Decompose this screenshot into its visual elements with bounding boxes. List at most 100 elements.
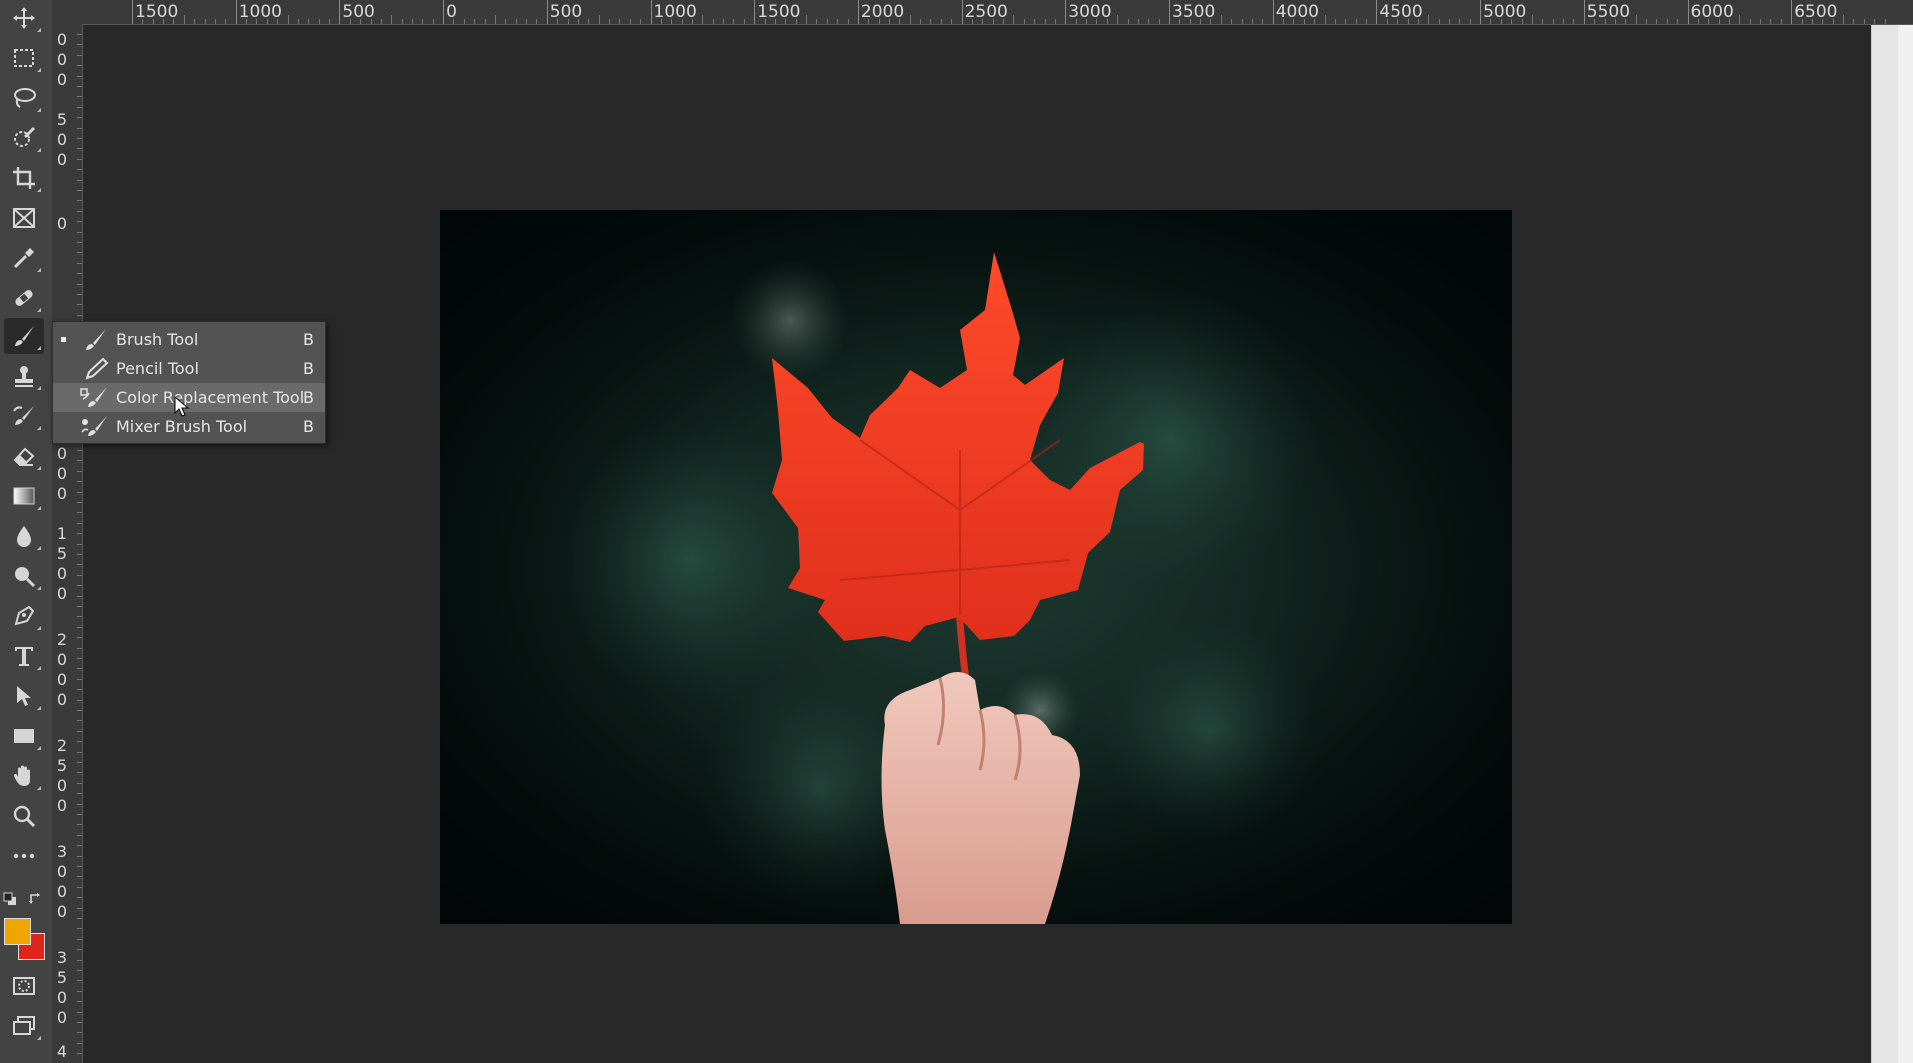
frame-tool[interactable] bbox=[4, 200, 44, 236]
ruler-minor-tick bbox=[1448, 19, 1450, 24]
ruler-minor-tick bbox=[77, 75, 82, 77]
ruler-minor-tick bbox=[557, 19, 559, 24]
dodge-tool[interactable] bbox=[4, 558, 44, 594]
ruler-minor-tick bbox=[1563, 19, 1565, 24]
ruler-minor-tick bbox=[453, 19, 455, 24]
gradient-tool[interactable] bbox=[4, 478, 44, 514]
ruler-minor-tick bbox=[505, 19, 507, 24]
ruler-minor-tick bbox=[1511, 19, 1513, 24]
ruler-minor-tick bbox=[1210, 19, 1212, 24]
ruler-minor-tick bbox=[77, 481, 82, 483]
screen-mode-button[interactable] bbox=[4, 1008, 44, 1044]
pen-tool[interactable] bbox=[4, 598, 44, 634]
ruler-minor-tick bbox=[77, 242, 82, 243]
brush-tool[interactable] bbox=[4, 318, 44, 354]
ruler-minor-tick bbox=[77, 210, 82, 212]
ruler-minor-tick bbox=[77, 980, 82, 982]
horizontal-ruler[interactable]: 1500 1000 500 0 500 1000 1500 2000 2500 3000 3500 4… bbox=[52, 0, 1913, 25]
foreground-color-swatch[interactable] bbox=[4, 918, 31, 945]
edit-toolbar[interactable] bbox=[4, 838, 44, 874]
ruler-minor-tick bbox=[77, 169, 82, 171]
ruler-minor-tick bbox=[1054, 19, 1056, 24]
rectangle-tool[interactable] bbox=[4, 718, 44, 754]
document-image[interactable] bbox=[440, 210, 1512, 924]
ruler-minor-tick bbox=[1843, 15, 1845, 24]
eyedropper-icon bbox=[13, 248, 34, 269]
ruler-minor-tick bbox=[77, 834, 82, 836]
ruler-label: 1 5 0 0 bbox=[56, 524, 68, 603]
vertical-ruler[interactable]: 0 0 0 5 0 0 0 0 0 0 1 5 0 0 2 0 0 0 2 5 0 0 3 0… bbox=[52, 24, 83, 1063]
type-icon bbox=[15, 647, 33, 666]
ruler-minor-tick bbox=[1137, 19, 1139, 24]
ruler-minor-tick bbox=[1656, 19, 1658, 24]
ruler-minor-tick bbox=[77, 34, 82, 35]
ruler-minor-tick bbox=[77, 460, 82, 462]
ruler-minor-tick bbox=[951, 19, 953, 24]
ruler-minor-tick bbox=[785, 19, 787, 24]
quick-selection-icon bbox=[14, 126, 36, 147]
path-selection-tool[interactable] bbox=[4, 678, 44, 714]
ruler-major-tick bbox=[961, 0, 963, 24]
ruler-minor-tick bbox=[1832, 19, 1834, 24]
ruler-minor-tick bbox=[1231, 19, 1233, 24]
swap-colors-icon[interactable] bbox=[28, 892, 42, 906]
ruler-label: 0 0 0 bbox=[56, 30, 68, 89]
flyout-item-label: Mixer Brush Tool bbox=[116, 417, 248, 436]
hand-tool[interactable] bbox=[4, 758, 44, 794]
eraser-tool[interactable] bbox=[4, 438, 44, 474]
ruler-minor-tick bbox=[77, 1001, 82, 1003]
flyout-item-shortcut: B bbox=[303, 417, 314, 436]
ruler-minor-tick bbox=[77, 231, 82, 233]
ruler-minor-tick bbox=[77, 314, 82, 316]
more-icon bbox=[13, 853, 35, 859]
ruler-minor-tick bbox=[982, 19, 984, 24]
ruler-label: 0 bbox=[56, 214, 68, 233]
ruler-major-tick bbox=[1169, 0, 1170, 24]
ruler-minor-tick bbox=[77, 470, 82, 472]
ruler-minor-tick bbox=[764, 19, 766, 24]
bandage-icon bbox=[15, 290, 33, 306]
ruler-minor-tick bbox=[1044, 19, 1046, 24]
healing-brush-tool[interactable] bbox=[4, 280, 44, 316]
ruler-minor-tick bbox=[1573, 19, 1575, 24]
ruler-minor-tick bbox=[77, 491, 82, 493]
history-brush-tool[interactable] bbox=[4, 398, 44, 434]
type-tool[interactable] bbox=[4, 638, 44, 674]
clone-stamp-tool[interactable] bbox=[4, 358, 44, 394]
ruler-minor-tick bbox=[526, 19, 528, 24]
move-tool[interactable] bbox=[4, 0, 44, 36]
gradient-icon bbox=[13, 487, 35, 505]
ruler-minor-tick bbox=[1552, 19, 1554, 24]
crop-tool[interactable] bbox=[4, 160, 44, 196]
ruler-minor-tick bbox=[1469, 19, 1471, 24]
flyout-item-brush-tool[interactable]: Brush Tool B bbox=[53, 325, 325, 354]
panel-edge bbox=[1871, 25, 1913, 1063]
arrow-icon bbox=[17, 686, 31, 706]
quick-mask-button[interactable] bbox=[4, 968, 44, 1004]
ruler-minor-tick bbox=[816, 19, 818, 24]
flyout-item-pencil-tool[interactable]: Pencil Tool B bbox=[53, 354, 325, 383]
zoom-tool[interactable] bbox=[4, 798, 44, 834]
ruler-minor-tick bbox=[77, 907, 82, 909]
lasso-tool[interactable] bbox=[4, 80, 44, 116]
ruler-minor-tick bbox=[1324, 15, 1326, 24]
ruler-minor-tick bbox=[77, 512, 82, 514]
ruler-minor-tick bbox=[837, 19, 839, 24]
ruler-major-tick bbox=[1791, 0, 1793, 24]
eyedropper-tool[interactable] bbox=[4, 240, 44, 276]
rectangular-marquee-tool[interactable] bbox=[4, 40, 44, 76]
ruler-minor-tick bbox=[640, 19, 642, 24]
quick-mask-icon bbox=[13, 977, 35, 995]
lasso-icon bbox=[14, 88, 36, 108]
move-icon bbox=[13, 7, 35, 29]
ruler-minor-tick bbox=[77, 845, 82, 847]
blur-tool[interactable] bbox=[4, 518, 44, 554]
ruler-minor-tick bbox=[77, 814, 82, 815]
default-colors-icon[interactable] bbox=[3, 892, 17, 906]
ruler-minor-tick bbox=[1345, 19, 1347, 24]
ruler-minor-tick bbox=[77, 886, 82, 888]
quick-selection-tool[interactable] bbox=[4, 120, 44, 156]
ruler-label: 2 5 0 0 bbox=[56, 736, 68, 815]
ruler-minor-tick bbox=[1594, 19, 1596, 24]
ruler-minor-tick bbox=[163, 19, 165, 24]
